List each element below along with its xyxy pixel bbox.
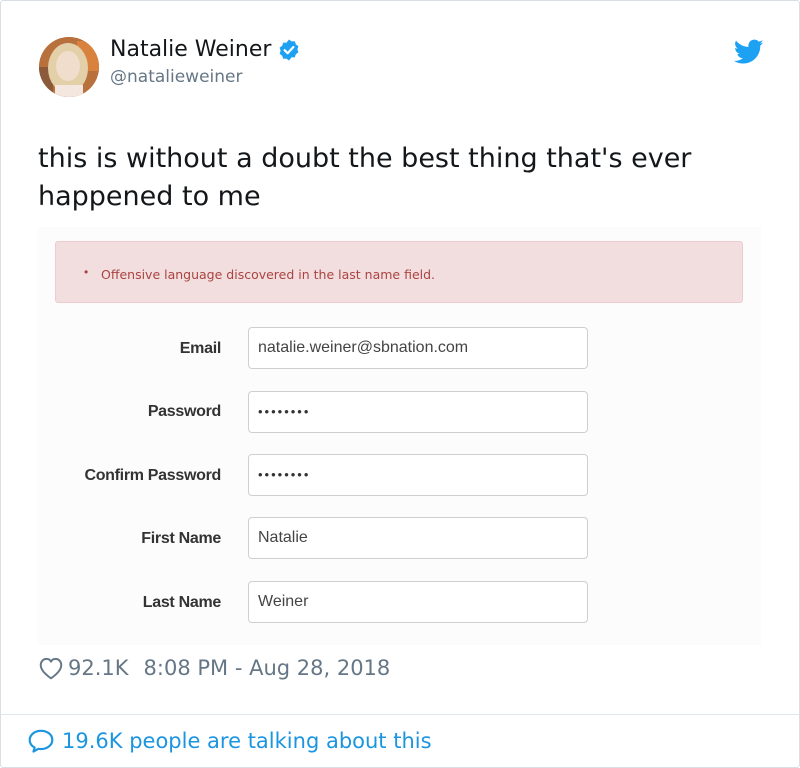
tweet-meta: 92.1K 8:08 PM - Aug 28, 2018: [38, 654, 390, 682]
like-count[interactable]: 92.1K: [68, 656, 129, 680]
first-name-label: First Name: [141, 530, 221, 547]
heart-icon[interactable]: [38, 656, 64, 680]
last-name-field[interactable]: Weiner: [248, 581, 588, 623]
alert-bullet: •: [84, 265, 89, 279]
tweet-timestamp[interactable]: 8:08 PM - Aug 28, 2018: [144, 656, 391, 680]
conversation-text[interactable]: 19.6K people are talking about this: [62, 729, 432, 753]
twitter-bird-icon[interactable]: [734, 39, 764, 65]
speech-bubble-icon: [28, 729, 54, 753]
password-field[interactable]: ••••••••: [248, 391, 588, 433]
email-field[interactable]: natalie.weiner@sbnation.com: [248, 327, 588, 369]
alert-message: Offensive language discovered in the las…: [101, 267, 436, 282]
confirm-password-field[interactable]: ••••••••: [248, 454, 588, 496]
display-name[interactable]: Natalie Weiner: [110, 37, 301, 62]
error-alert: • Offensive language discovered in the l…: [55, 241, 743, 303]
password-label: Password: [147, 403, 221, 420]
first-name-field[interactable]: Natalie: [248, 517, 588, 559]
footer-divider: [1, 714, 799, 715]
tweet-text: this is without a doubt the best thing t…: [38, 143, 692, 212]
user-handle[interactable]: @natalieweiner: [110, 67, 243, 87]
tweet-card: Natalie Weiner @natalieweiner this is wi…: [0, 0, 800, 768]
last-name-label: Last Name: [142, 594, 222, 611]
avatar[interactable]: [39, 37, 99, 97]
email-label: Email: [179, 340, 222, 357]
tweet-media-screenshot[interactable]: • Offensive language discovered in the l…: [38, 227, 761, 645]
conversation-link[interactable]: 19.6K people are talking about this: [27, 726, 432, 756]
confirm-password-label: Confirm Password: [84, 467, 221, 484]
display-name-text[interactable]: Natalie Weiner: [110, 37, 271, 62]
verified-badge-icon: [280, 39, 299, 60]
